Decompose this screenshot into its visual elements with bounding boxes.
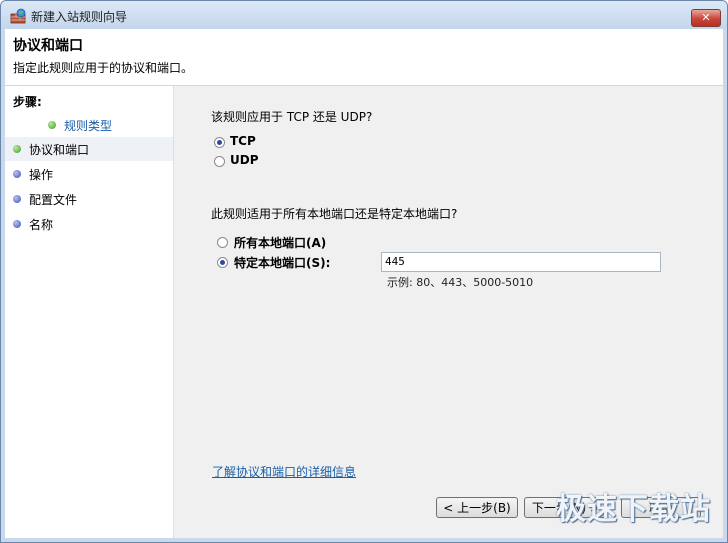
- wizard-header: 协议和端口 指定此规则应用于的协议和端口。: [5, 29, 723, 86]
- tcp-radio[interactable]: [214, 137, 225, 148]
- all-ports-label[interactable]: 所有本地端口(A): [234, 234, 326, 251]
- back-button[interactable]: < 上一步(B): [436, 497, 518, 518]
- all-ports-radio[interactable]: [217, 237, 228, 248]
- wizard-window: 新建入站规则向导 ✕ 协议和端口 指定此规则应用于的协议和端口。 步骤: 规则类…: [0, 0, 728, 543]
- wizard-content: 该规则应用于 TCP 还是 UDP? TCP UDP 此规则适用于所有本地端口还…: [177, 86, 723, 538]
- udp-radio[interactable]: [214, 156, 225, 167]
- specific-ports-radio[interactable]: [217, 257, 228, 268]
- wizard-client: 协议和端口 指定此规则应用于的协议和端口。 步骤: 规则类型 协议和端口 操作 …: [5, 29, 723, 538]
- page-title: 协议和端口: [13, 38, 83, 54]
- window-title: 新建入站规则向导: [31, 10, 128, 24]
- step-pending-icon: [13, 195, 21, 203]
- watermark: 极速下载站: [556, 492, 711, 527]
- sidebar-item-label: 配置文件: [29, 193, 78, 207]
- udp-label[interactable]: UDP: [230, 153, 259, 167]
- step-current-icon: [13, 145, 21, 153]
- sidebar-item-label: 协议和端口: [29, 143, 90, 157]
- title-bar[interactable]: 新建入站规则向导 ✕: [1, 1, 727, 29]
- sidebar-item-name: 名称: [5, 212, 173, 236]
- protocol-question: 该规则应用于 TCP 还是 UDP?: [211, 110, 373, 124]
- steps-sidebar: 步骤: 规则类型 协议和端口 操作 配置文件 名称: [5, 86, 173, 538]
- sidebar-item-label: 名称: [29, 218, 54, 232]
- sidebar-item-protocol-ports[interactable]: 协议和端口: [5, 137, 173, 161]
- specific-ports-input[interactable]: 445: [381, 252, 661, 272]
- learn-more-link[interactable]: 了解协议和端口的详细信息: [212, 463, 356, 480]
- page-subtitle: 指定此规则应用于的协议和端口。: [13, 61, 194, 75]
- sidebar-item-label: 规则类型: [64, 119, 113, 133]
- step-pending-icon: [13, 220, 21, 228]
- sidebar-item-action: 操作: [5, 162, 173, 186]
- step-pending-icon: [13, 170, 21, 178]
- sidebar-item-label: 操作: [29, 168, 54, 182]
- ports-question: 此规则适用于所有本地端口还是特定本地端口?: [211, 207, 458, 221]
- steps-heading: 步骤:: [13, 95, 42, 109]
- tcp-label[interactable]: TCP: [230, 134, 256, 148]
- ports-example: 示例: 80、443、5000-5010: [387, 276, 534, 289]
- firewall-icon: [10, 8, 26, 24]
- close-button[interactable]: ✕: [691, 9, 721, 27]
- sidebar-item-profile: 配置文件: [5, 187, 173, 211]
- step-done-icon: [48, 121, 56, 129]
- specific-ports-label[interactable]: 特定本地端口(S):: [234, 254, 330, 271]
